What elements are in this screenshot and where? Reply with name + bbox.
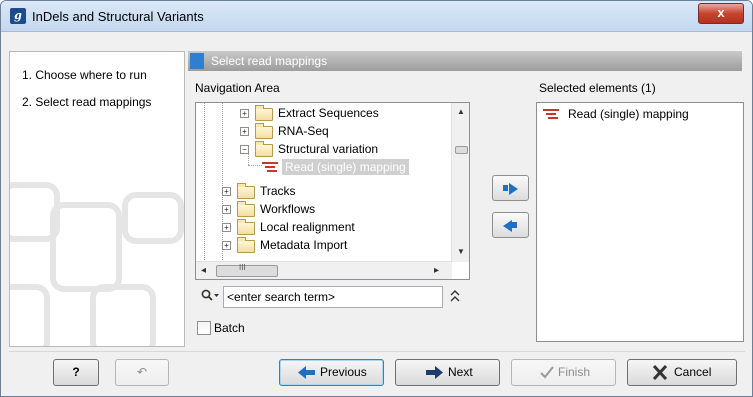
app-icon: g bbox=[10, 8, 26, 24]
scroll-grip-icon: III bbox=[239, 263, 246, 272]
scroll-thumb[interactable]: III bbox=[216, 263, 278, 277]
expand-icon[interactable]: + bbox=[222, 187, 231, 196]
selected-item-label: Read (single) mapping bbox=[568, 107, 689, 121]
finish-button[interactable]: Finish bbox=[511, 359, 616, 386]
tree-item-rna-seq[interactable]: + RNA-Seq bbox=[240, 123, 450, 139]
cancel-button[interactable]: Cancel bbox=[627, 359, 737, 386]
folder-icon bbox=[237, 237, 255, 253]
button-bar-divider bbox=[9, 351, 745, 352]
folder-icon bbox=[237, 219, 255, 235]
step-header: Select read mappings bbox=[188, 51, 742, 71]
folder-icon bbox=[237, 183, 255, 199]
expand-icon[interactable]: + bbox=[240, 127, 249, 136]
scroll-right-arrow-icon[interactable]: ▸ bbox=[434, 265, 439, 276]
tree-vertical-scrollbar[interactable]: ▲ ▼ bbox=[451, 103, 469, 262]
tree-item-label: Read (single) mapping bbox=[282, 159, 409, 175]
collapse-icon[interactable]: − bbox=[240, 145, 249, 154]
arrow-right-icon bbox=[426, 366, 443, 379]
tree-item-workflows[interactable]: + Workflows bbox=[222, 201, 452, 217]
search-icon[interactable] bbox=[201, 289, 221, 306]
tree-item-label: Tracks bbox=[260, 184, 296, 198]
decorative-shape bbox=[122, 192, 184, 244]
next-label: Next bbox=[448, 365, 473, 379]
navigation-tree[interactable]: + Extract Sequences + RNA-Seq − Structur… bbox=[195, 102, 470, 280]
dialog-window: g InDels and Structural Variants x 1. Ch… bbox=[0, 0, 753, 397]
scroll-down-arrow-icon[interactable]: ▼ bbox=[457, 247, 465, 256]
previous-button[interactable]: Previous bbox=[279, 359, 384, 386]
reset-button[interactable]: ↶ bbox=[115, 359, 169, 386]
tree-item-structural-variation[interactable]: − Structural variation bbox=[240, 141, 450, 157]
cancel-label: Cancel bbox=[674, 365, 712, 379]
expand-icon[interactable]: + bbox=[240, 109, 249, 118]
expand-icon[interactable]: + bbox=[222, 241, 231, 250]
tree-item-label: Metadata Import bbox=[260, 238, 348, 252]
tree-item-label: RNA-Seq bbox=[278, 124, 329, 138]
checkmark-icon bbox=[540, 366, 554, 379]
tree-item-local-realignment[interactable]: + Local realignment bbox=[222, 219, 452, 235]
expand-icon[interactable]: + bbox=[222, 223, 231, 232]
read-mapping-icon bbox=[543, 109, 559, 119]
arrow-right-icon bbox=[509, 183, 518, 195]
window-title: InDels and Structural Variants bbox=[32, 9, 204, 24]
tree-item-label: Workflows bbox=[260, 202, 316, 216]
tree-item-read-single-mapping[interactable]: Read (single) mapping bbox=[262, 159, 452, 175]
tree-item-tracks[interactable]: + Tracks bbox=[222, 183, 452, 199]
help-button[interactable]: ? bbox=[53, 359, 99, 386]
reset-icon: ↶ bbox=[136, 365, 148, 379]
tree-horizontal-scrollbar[interactable]: ◂ III ▸ bbox=[196, 261, 452, 279]
tree-item-label: Extract Sequences bbox=[278, 106, 379, 120]
selected-elements-label: Selected elements (1) bbox=[539, 81, 656, 95]
scroll-thumb[interactable] bbox=[455, 146, 468, 154]
previous-label: Previous bbox=[320, 365, 367, 379]
close-button[interactable]: x bbox=[698, 3, 744, 24]
tree-item-metadata-import[interactable]: + Metadata Import bbox=[222, 237, 452, 253]
decorative-shape bbox=[90, 284, 156, 346]
step-choose-where-to-run: 1. Choose where to run bbox=[22, 68, 147, 82]
scroll-up-arrow-icon[interactable]: ▲ bbox=[457, 107, 465, 116]
step-header-title: Select read mappings bbox=[211, 54, 328, 68]
folder-icon bbox=[255, 105, 273, 121]
batch-checkbox[interactable] bbox=[197, 321, 211, 335]
folder-icon bbox=[237, 201, 255, 217]
arrow-left-icon bbox=[298, 366, 315, 379]
arrow-left-icon bbox=[503, 220, 512, 232]
header-marker-icon bbox=[190, 53, 204, 69]
selected-item-read-single-mapping[interactable]: Read (single) mapping bbox=[540, 106, 738, 122]
decorative-shape bbox=[50, 202, 122, 292]
decorative-shape bbox=[10, 284, 50, 346]
batch-label: Batch bbox=[214, 321, 245, 335]
search-input-text: <enter search term> bbox=[227, 290, 336, 304]
steps-panel: 1. Choose where to run 2. Select read ma… bbox=[9, 51, 185, 347]
scroll-left-arrow-icon[interactable]: ◂ bbox=[201, 265, 206, 276]
add-to-selection-button[interactable] bbox=[492, 175, 529, 201]
step-select-read-mappings: 2. Select read mappings bbox=[22, 95, 152, 109]
tree-item-label: Local realignment bbox=[260, 220, 355, 234]
title-bar[interactable]: g InDels and Structural Variants x bbox=[1, 1, 752, 32]
remove-from-selection-button[interactable] bbox=[492, 212, 529, 238]
cancel-x-icon bbox=[652, 365, 668, 380]
navigation-area-label: Navigation Area bbox=[195, 81, 280, 95]
tree-item-label: Structural variation bbox=[278, 142, 379, 156]
read-mapping-icon bbox=[262, 162, 278, 172]
folder-icon bbox=[255, 123, 273, 139]
help-label: ? bbox=[72, 365, 80, 379]
next-button[interactable]: Next bbox=[395, 359, 500, 386]
tree-item-extract-sequences[interactable]: + Extract Sequences bbox=[240, 105, 450, 121]
finish-label: Finish bbox=[558, 365, 591, 379]
expand-icon[interactable]: + bbox=[222, 205, 231, 214]
collapse-search-icon[interactable] bbox=[450, 288, 460, 307]
selected-elements-list[interactable]: Read (single) mapping bbox=[536, 102, 744, 342]
folder-open-icon bbox=[255, 141, 273, 157]
search-input[interactable]: <enter search term> bbox=[223, 286, 443, 308]
